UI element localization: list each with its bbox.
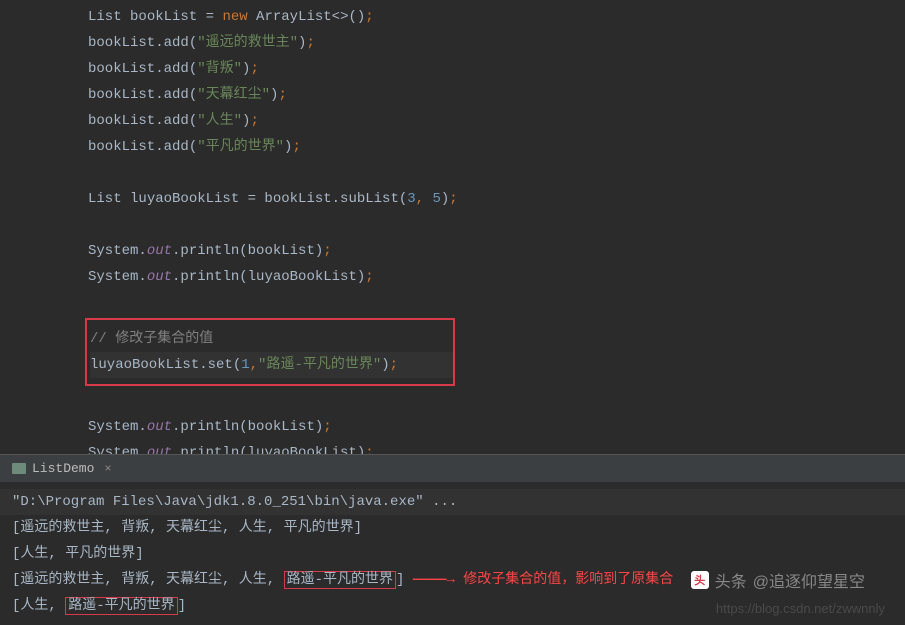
code-line: System.out.println(luyaoBookList); [0, 264, 905, 290]
code-editor[interactable]: List bookList = new ArrayList<>();bookLi… [0, 0, 905, 454]
code-line: bookList.add("人生"); [0, 108, 905, 134]
run-tab-bar: ListDemo × [0, 455, 905, 483]
close-icon[interactable]: × [104, 462, 111, 476]
code-line: bookList.add("平凡的世界"); [0, 134, 905, 160]
watermark-author: @追逐仰望星空 [753, 568, 865, 592]
watermark-label: 头条 [715, 568, 747, 592]
code-line: bookList.add("背叛"); [0, 56, 905, 82]
run-tab-label: ListDemo [32, 461, 94, 476]
watermark: 头 头条 @追逐仰望星空 [691, 568, 865, 592]
highlighted-code-line: luyaoBookList.set(1,"路遥-平凡的世界"); [90, 352, 453, 378]
code-line: bookList.add("遥远的救世主"); [0, 30, 905, 56]
code-line: System.out.println(bookList); [0, 238, 905, 264]
comment-text: // 修改子集合的值 [90, 331, 213, 347]
code-line: List bookList = new ArrayList<>(); [0, 4, 905, 30]
run-tab[interactable]: ListDemo × [4, 457, 120, 480]
highlighted-output: 路遥-平凡的世界 [65, 597, 177, 615]
highlighted-output: 路遥-平凡的世界 [284, 571, 396, 589]
source-url: https://blog.csdn.net/zwwnnly [716, 601, 885, 616]
run-panel: ListDemo × "D:\Program Files\Java\jdk1.8… [0, 454, 905, 625]
console-line: [人生, 平凡的世界] [0, 541, 905, 567]
console-command: "D:\Program Files\Java\jdk1.8.0_251\bin\… [0, 489, 905, 515]
highlighted-code-block: // 修改子集合的值 luyaoBookList.set(1,"路遥-平凡的世界… [85, 318, 455, 386]
annotation-text: 修改子集合的值，影响到了原集合 [463, 572, 673, 588]
watermark-icon: 头 [691, 571, 709, 589]
code-line: List luyaoBookList = bookList.subList(3,… [0, 186, 905, 212]
code-line: bookList.add("天幕红尘"); [0, 82, 905, 108]
code-line: System.out.println(bookList); [0, 414, 905, 440]
run-config-icon [12, 463, 26, 474]
code-line: System.out.println(luyaoBookList); [0, 440, 905, 454]
annotation-arrow: ————→ [404, 572, 463, 588]
console-line: [遥远的救世主, 背叛, 天幕红尘, 人生, 平凡的世界] [0, 515, 905, 541]
